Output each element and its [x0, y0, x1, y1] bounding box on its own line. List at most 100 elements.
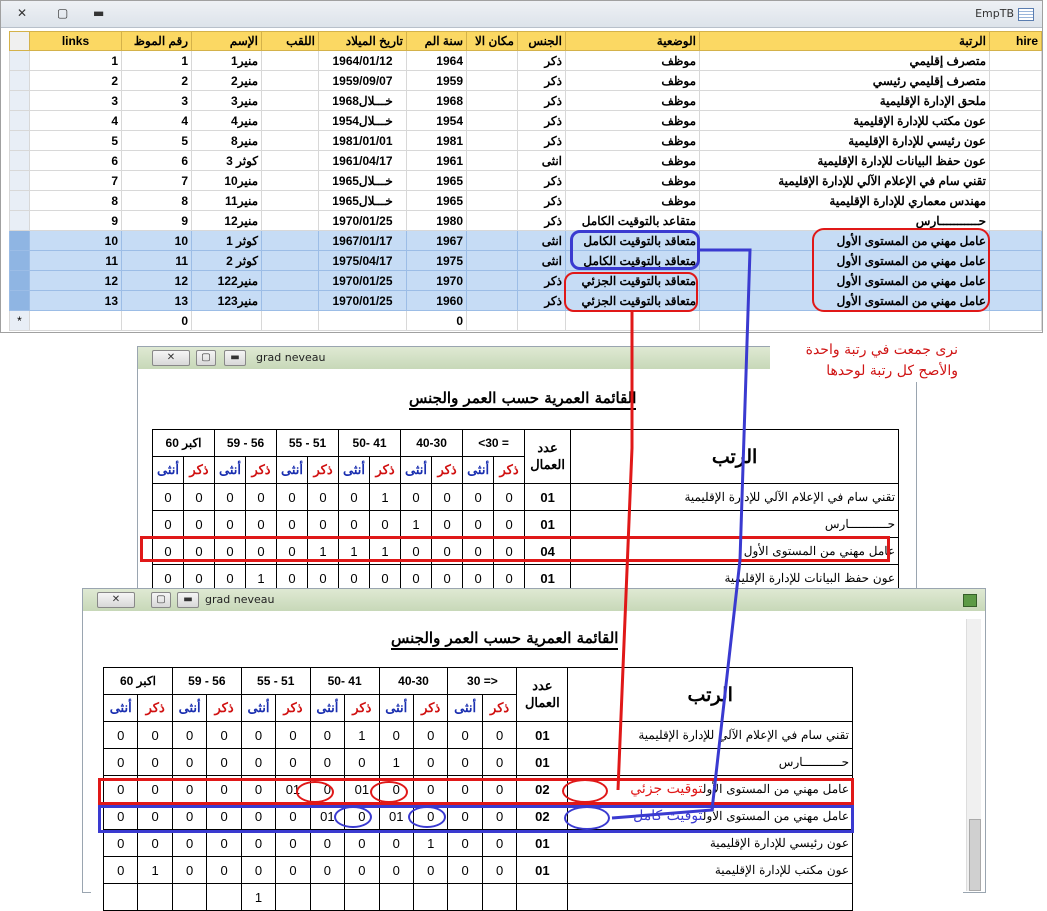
empty-cell[interactable]	[517, 310, 566, 331]
cell-birth[interactable]: 1970/01/25	[318, 210, 407, 231]
cell-id[interactable]: 13	[121, 290, 192, 311]
cell-name[interactable]: كوثر 2	[191, 250, 262, 271]
cell-lastname[interactable]	[261, 90, 319, 111]
cell-place[interactable]	[466, 110, 518, 131]
cell-year[interactable]: 1964	[406, 50, 467, 71]
cell-status[interactable]: موظف	[565, 170, 700, 191]
cell-lastname[interactable]	[261, 250, 319, 271]
table-row[interactable]: 11 11 كوثر 2 1975/04/17 1975 انثى متعاقد بالتو…	[9, 250, 1042, 271]
cell-place[interactable]	[466, 90, 518, 111]
cell-status[interactable]: موظف	[565, 70, 700, 91]
cell-year[interactable]: 1965	[406, 170, 467, 191]
column-header[interactable]: hire	[989, 31, 1042, 51]
cell-birth[interactable]: 1961/04/17	[318, 150, 407, 171]
cell-name[interactable]: منير3	[191, 90, 262, 111]
cell-status[interactable]: متعاقد بالتوقيت الكامل	[565, 250, 700, 271]
cell-hire[interactable]	[989, 250, 1042, 271]
cell-id[interactable]: 1	[121, 50, 192, 71]
new-record-row[interactable]: * 0 0	[9, 310, 1042, 331]
cell-year[interactable]: 0	[406, 310, 467, 331]
cell-hire[interactable]	[989, 110, 1042, 131]
row-selector[interactable]	[9, 270, 30, 291]
cell-lastname[interactable]	[261, 230, 319, 251]
cell-status[interactable]: متعاقد بالتوقيت الجزئي	[565, 290, 700, 311]
cell-rank[interactable]: عون مكتب للإدارة الإقليمية	[699, 110, 990, 131]
row-selector[interactable]	[9, 90, 30, 111]
cell-name[interactable]: منير123	[191, 290, 262, 311]
empty-cell[interactable]	[29, 310, 122, 331]
cell-gender[interactable]: ذكر	[517, 190, 566, 211]
cell-birth[interactable]: خـــلال1965	[318, 190, 407, 211]
minimize-icon[interactable]: ▬	[93, 6, 104, 20]
new-row-marker[interactable]: *	[9, 310, 30, 331]
cell-hire[interactable]	[989, 130, 1042, 151]
row-selector[interactable]	[9, 150, 30, 171]
table-row[interactable]: 8 8 منير11 خـــلال1965 1965 ذكر موظف مهندس معما…	[9, 190, 1042, 211]
cell-status[interactable]: موظف	[565, 190, 700, 211]
table-row[interactable]: 10 10 كوثر 1 1967/01/17 1967 انثى متعاقد بالتو…	[9, 230, 1042, 251]
row-selector[interactable]	[9, 170, 30, 191]
restore-icon[interactable]: ▢	[151, 592, 171, 608]
row-selector[interactable]	[9, 210, 30, 231]
row-selector[interactable]	[9, 50, 30, 71]
cell-name[interactable]: منير12	[191, 210, 262, 231]
cell-name[interactable]: منير10	[191, 170, 262, 191]
table-row[interactable]: 3 3 منير3 خـــلال1968 1968 ذكر موظف ملحق الإدار…	[9, 90, 1042, 111]
cell-year[interactable]: 1967	[406, 230, 467, 251]
close-icon[interactable]: ✕	[17, 6, 27, 20]
cell-birth[interactable]: خـــلال1968	[318, 90, 407, 111]
cell-name[interactable]: منير1	[191, 50, 262, 71]
row-selector[interactable]	[9, 250, 30, 271]
cell-birth[interactable]: خـــلال1954	[318, 110, 407, 131]
cell-rank[interactable]: متصرف إقليمي	[699, 50, 990, 71]
cell-place[interactable]	[466, 250, 518, 271]
cell-lastname[interactable]	[261, 110, 319, 131]
cell-id[interactable]: 2	[121, 70, 192, 91]
report2-scrollbar[interactable]	[966, 619, 981, 891]
cell-place[interactable]	[466, 150, 518, 171]
empty-cell[interactable]	[466, 310, 518, 331]
column-header[interactable]: الرتبة	[699, 31, 990, 51]
cell-id[interactable]: 7	[121, 170, 192, 191]
cell-hire[interactable]	[989, 290, 1042, 311]
cell-place[interactable]	[466, 50, 518, 71]
row-selector[interactable]	[9, 130, 30, 151]
cell-hire[interactable]	[989, 50, 1042, 71]
empty-cell[interactable]	[565, 310, 700, 331]
cell-links[interactable]: 7	[29, 170, 122, 191]
cell-lastname[interactable]	[261, 130, 319, 151]
cell-name[interactable]: منير2	[191, 70, 262, 91]
cell-status[interactable]: موظف	[565, 110, 700, 131]
cell-lastname[interactable]	[261, 150, 319, 171]
row-selector[interactable]	[9, 290, 30, 311]
cell-hire[interactable]	[989, 150, 1042, 171]
empty-cell[interactable]	[318, 310, 407, 331]
cell-name[interactable]: منير4	[191, 110, 262, 131]
cell-status[interactable]: موظف	[565, 50, 700, 71]
cell-links[interactable]: 3	[29, 90, 122, 111]
cell-links[interactable]: 12	[29, 270, 122, 291]
cell-links[interactable]: 2	[29, 70, 122, 91]
cell-hire[interactable]	[989, 270, 1042, 291]
cell-birth[interactable]: 1967/01/17	[318, 230, 407, 251]
row-selector[interactable]	[9, 110, 30, 131]
column-header[interactable]: مكان الا	[466, 31, 518, 51]
cell-birth[interactable]: 1970/01/25	[318, 290, 407, 311]
empty-cell[interactable]	[191, 310, 262, 331]
restore-icon[interactable]: ▢	[57, 6, 68, 20]
cell-rank[interactable]: عون رئيسي للإدارة الإقليمية	[699, 130, 990, 151]
cell-name[interactable]: منير11	[191, 190, 262, 211]
cell-id[interactable]: 4	[121, 110, 192, 131]
cell-year[interactable]: 1960	[406, 290, 467, 311]
cell-rank[interactable]: حـــــــــــارس	[699, 210, 990, 231]
cell-gender[interactable]: انثى	[517, 150, 566, 171]
cell-id[interactable]: 3	[121, 90, 192, 111]
cell-year[interactable]: 1981	[406, 130, 467, 151]
cell-name[interactable]: كوثر 1	[191, 230, 262, 251]
cell-gender[interactable]: ذكر	[517, 210, 566, 231]
column-header[interactable]: links	[29, 31, 122, 51]
maximize-icon[interactable]	[963, 594, 977, 607]
empty-cell[interactable]	[261, 310, 319, 331]
cell-place[interactable]	[466, 190, 518, 211]
column-header[interactable]: اللقب	[261, 31, 319, 51]
